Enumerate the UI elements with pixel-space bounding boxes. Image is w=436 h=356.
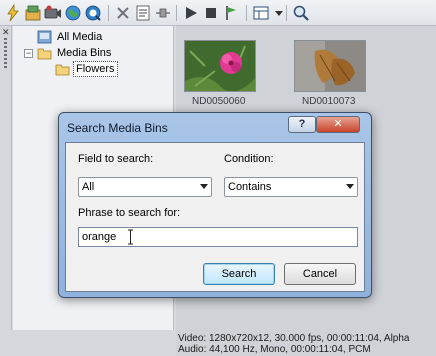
search-media-bins-dialog: Search Media Bins ? ✕ Field to search: A… (58, 112, 372, 298)
media-toolbar (0, 0, 436, 26)
collapse-toggle[interactable]: − (24, 49, 33, 58)
tree-item-label: All Media (57, 31, 103, 43)
search-button[interactable]: Search (203, 263, 275, 285)
thumbnail-caption: ND0010073 (302, 96, 356, 107)
folder-icon (37, 46, 52, 60)
properties-icon[interactable] (134, 4, 152, 22)
drag-handle[interactable] (4, 38, 7, 68)
auto-preview-flag-icon[interactable] (222, 4, 240, 22)
chevron-down-icon (200, 184, 208, 189)
folder-icon (55, 62, 70, 76)
dialog-title: Search Media Bins (67, 121, 168, 135)
stop-icon[interactable] (202, 4, 220, 22)
capture-video-icon[interactable] (44, 4, 62, 22)
close-icon[interactable]: ✕ (2, 27, 10, 38)
cancel-button[interactable]: Cancel (284, 263, 356, 285)
condition-select[interactable]: Contains (224, 177, 358, 197)
fx-plugin-icon[interactable] (154, 4, 172, 22)
get-media-web-icon[interactable] (64, 4, 82, 22)
all-media-icon (37, 30, 52, 44)
tree-item-label: Media Bins (57, 47, 112, 59)
dialog-body: Field to search: All Condition: Contains… (65, 142, 365, 292)
views-icon[interactable] (252, 4, 270, 22)
phrase-value: orange (82, 231, 117, 243)
audio-info: Audio: 44,100 Hz, Mono, 00:00:11:04, PCM (178, 344, 371, 355)
phrase-input[interactable]: orange (78, 227, 358, 247)
leaves-thumbnail[interactable] (294, 40, 366, 92)
field-to-search-select[interactable]: All (78, 177, 212, 197)
phrase-label: Phrase to search for: (78, 207, 181, 219)
condition-value: Contains (228, 181, 272, 193)
toolbar-separator (176, 5, 177, 21)
flower-thumbnail[interactable] (184, 40, 256, 92)
search-icon[interactable] (292, 4, 310, 22)
toolbar-separator (246, 5, 247, 21)
media-status-bar: Video: 1280x720x12, 30.000 fps, 00:00:11… (176, 330, 436, 356)
field-to-search-label: Field to search: (78, 153, 154, 165)
media-fx-icon[interactable] (84, 4, 102, 22)
play-icon[interactable] (182, 4, 200, 22)
status-left-area (0, 330, 176, 356)
tree-item-label: Flowers (73, 61, 118, 77)
remove-icon[interactable] (114, 4, 132, 22)
chevron-down-icon (346, 184, 354, 189)
help-button[interactable]: ? (288, 116, 316, 133)
import-media-icon[interactable] (24, 4, 42, 22)
auto-preview-icon[interactable] (4, 4, 22, 22)
field-to-search-value: All (82, 181, 95, 193)
toolbar-separator (286, 5, 287, 21)
text-cursor-icon (128, 229, 133, 245)
close-button[interactable]: ✕ (316, 116, 360, 133)
views-dropdown-icon[interactable] (270, 4, 283, 22)
window-grip[interactable]: ✕ (0, 26, 12, 356)
condition-label: Condition: (224, 153, 274, 165)
toolbar-separator (108, 5, 109, 21)
video-info: Video: 1280x720x12, 30.000 fps, 00:00:11… (178, 333, 410, 344)
thumbnail-caption: ND0050060 (192, 96, 246, 107)
